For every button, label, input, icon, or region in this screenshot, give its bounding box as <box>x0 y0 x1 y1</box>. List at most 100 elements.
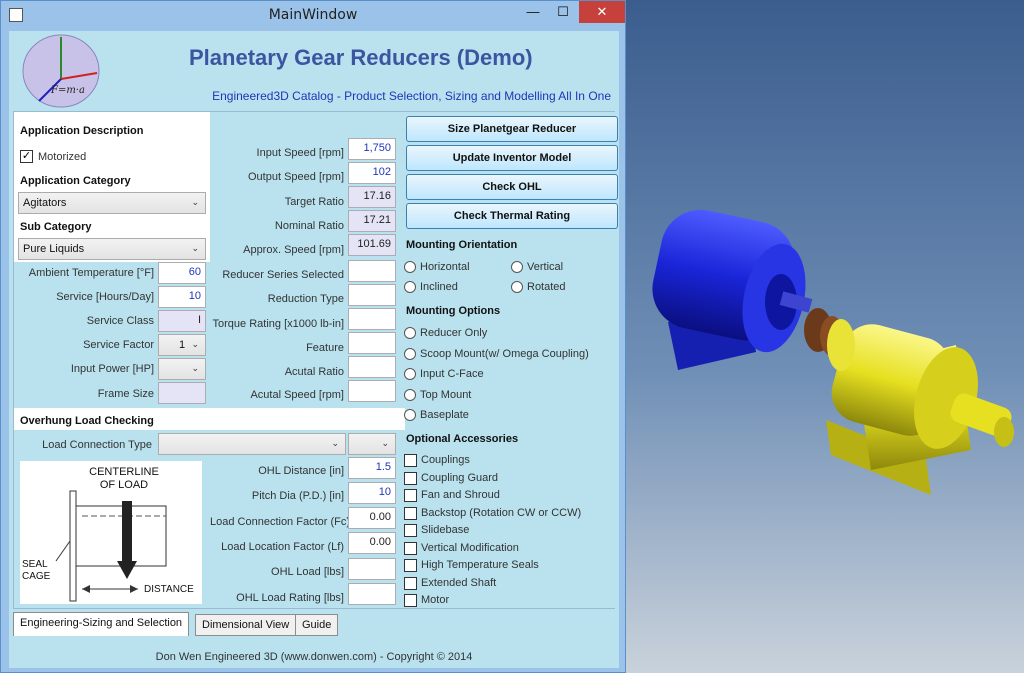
mounting-orientation-header: Mounting Orientation <box>406 239 518 251</box>
model-viewport[interactable] <box>626 0 1024 673</box>
mount-c-face-radio[interactable] <box>404 368 416 380</box>
ohl-load-field <box>348 558 396 580</box>
reducer-series-label: Reducer Series Selected <box>222 269 344 281</box>
accessory-extended-shaft-checkbox[interactable] <box>404 577 417 590</box>
load-connection-type-select[interactable]: ⌄ <box>158 433 346 455</box>
input-speed-field[interactable]: 1,750 <box>348 138 396 160</box>
nominal-ratio-field: 17.21 <box>348 210 396 232</box>
accessory-high-temp-seals-checkbox[interactable] <box>404 559 417 572</box>
check-ohl-button[interactable]: Check OHL <box>406 174 618 200</box>
mount-top-label: Top Mount <box>420 389 472 401</box>
output-speed-field[interactable]: 102 <box>348 162 396 184</box>
chevron-down-icon: ⌄ <box>191 339 199 349</box>
tab-dimensional-view[interactable]: Dimensional View <box>195 614 297 636</box>
ohl-distance-field[interactable]: 1.5 <box>348 457 396 479</box>
feature-label: Feature <box>306 342 344 354</box>
chevron-down-icon: ⌄ <box>381 438 389 448</box>
actual-ratio-label: Acutal Ratio <box>284 366 344 378</box>
mount-baseplate-label: Baseplate <box>420 409 469 421</box>
chevron-down-icon: ⌄ <box>191 197 199 207</box>
load-location-factor-label: Load Location Factor (Lf) <box>221 541 344 553</box>
chevron-down-icon: ⌄ <box>331 438 339 448</box>
ambient-temperature-field[interactable]: 60 <box>158 262 206 284</box>
client-area: F=m·a Planetary Gear Reducers (Demo) Eng… <box>9 31 619 668</box>
close-button[interactable]: ✕ <box>579 1 625 23</box>
orientation-rotated-radio[interactable] <box>511 281 523 293</box>
feature-field <box>348 332 396 354</box>
load-connection-sub-select[interactable]: ⌄ <box>348 433 396 455</box>
application-description-header: Application Description <box>20 125 144 137</box>
load-connection-factor-field[interactable]: 0.00 <box>348 507 396 529</box>
sub-category-value: Pure Liquids <box>23 243 85 255</box>
application-category-select[interactable]: Agitators ⌄ <box>18 192 206 214</box>
diagram-centerline-text: CENTERLINE <box>89 466 159 478</box>
diagram-cage-text: CAGE <box>22 571 51 582</box>
mount-reducer-only-radio[interactable] <box>404 327 416 339</box>
accessory-slidebase-label: Slidebase <box>421 524 470 536</box>
service-hours-label: Service [Hours/Day] <box>56 291 154 303</box>
target-ratio-field: 17.16 <box>348 186 396 208</box>
tab-guide[interactable]: Guide <box>295 614 339 636</box>
load-connection-factor-label: Load Connection Factor (Fc) <box>210 516 351 528</box>
motor-shape <box>652 209 813 370</box>
actual-ratio-field <box>348 356 396 378</box>
service-factor-select[interactable]: 1 ⌄ <box>158 334 206 356</box>
maximize-button[interactable]: ☐ <box>547 1 579 23</box>
logo-text: F=m·a <box>50 85 85 96</box>
chevron-down-icon: ⌄ <box>191 243 199 253</box>
orientation-vertical-label: Vertical <box>527 261 564 273</box>
ohl-load-label: OHL Load [lbs] <box>271 566 344 578</box>
app-subtitle: Engineered3D Catalog - Product Selection… <box>212 89 611 103</box>
service-class-label: Service Class <box>86 315 154 327</box>
frame-size-label: Frame Size <box>97 388 154 400</box>
diagram-of-load-text: OF LOAD <box>100 479 148 491</box>
accessory-fan-label: Fan and Shroud <box>421 489 500 501</box>
input-power-select[interactable]: ⌄ <box>158 358 206 380</box>
input-speed-label: Input Speed [rpm] <box>256 147 344 159</box>
check-thermal-button[interactable]: Check Thermal Rating <box>406 203 618 229</box>
mount-baseplate-radio[interactable] <box>404 409 416 421</box>
size-reducer-button[interactable]: Size Planetgear Reducer <box>406 116 618 142</box>
diagram-seal-text: SEAL <box>22 559 48 570</box>
mount-top-radio[interactable] <box>404 389 416 401</box>
frame-size-field[interactable] <box>158 382 206 404</box>
orientation-horizontal-radio[interactable] <box>404 261 416 273</box>
gear-reducer-model <box>652 209 1014 495</box>
load-connection-type-label: Load Connection Type <box>42 439 152 451</box>
accessory-slidebase-checkbox[interactable] <box>404 524 417 537</box>
mount-c-face-label: Input C-Face <box>420 368 484 380</box>
orientation-inclined-radio[interactable] <box>404 281 416 293</box>
accessory-motor-checkbox[interactable] <box>404 594 417 607</box>
mount-scoop-label: Scoop Mount(w/ Omega Coupling) <box>420 348 589 360</box>
ohl-load-rating-label: OHL Load Rating [lbs] <box>236 592 344 604</box>
update-inventor-button[interactable]: Update Inventor Model <box>406 145 618 171</box>
tab-engineering-sizing[interactable]: Engineering-Sizing and Selection <box>13 612 190 636</box>
orientation-horizontal-label: Horizontal <box>420 261 470 273</box>
accessory-vertical-mod-label: Vertical Modification <box>421 542 519 554</box>
accessory-high-temp-seals-label: High Temperature Seals <box>421 559 539 571</box>
accessory-vertical-mod-checkbox[interactable] <box>404 542 417 555</box>
mounting-options-header: Mounting Options <box>406 305 501 317</box>
reduction-type-field <box>348 284 396 306</box>
reducer-series-field <box>348 260 396 282</box>
actual-speed-label: Acutal Speed [rpm] <box>250 389 344 401</box>
service-factor-value: 1 <box>178 339 186 351</box>
mount-scoop-radio[interactable] <box>404 348 416 360</box>
accessory-coupling-guard-checkbox[interactable] <box>404 472 417 485</box>
main-window: MainWindow — ☐ ✕ F=m·a Planetary Gear Re… <box>0 0 626 673</box>
logo-globe-icon: F=m·a <box>22 34 100 108</box>
approx-speed-label: Approx. Speed [rpm] <box>243 244 344 256</box>
accessory-fan-checkbox[interactable] <box>404 489 417 502</box>
mount-reducer-only-label: Reducer Only <box>420 327 488 339</box>
sub-category-select[interactable]: Pure Liquids ⌄ <box>18 238 206 260</box>
pitch-dia-field[interactable]: 10 <box>348 482 396 504</box>
gearbox-shape <box>826 319 1014 495</box>
accessory-couplings-checkbox[interactable] <box>404 454 417 467</box>
accessory-backstop-checkbox[interactable] <box>404 507 417 520</box>
minimize-button[interactable]: — <box>517 1 549 23</box>
orientation-vertical-radio[interactable] <box>511 261 523 273</box>
service-hours-field[interactable]: 10 <box>158 286 206 308</box>
orientation-rotated-label: Rotated <box>527 281 566 293</box>
load-location-factor-field[interactable]: 0.00 <box>348 532 396 554</box>
motorized-checkbox[interactable]: ✓ <box>20 150 33 163</box>
